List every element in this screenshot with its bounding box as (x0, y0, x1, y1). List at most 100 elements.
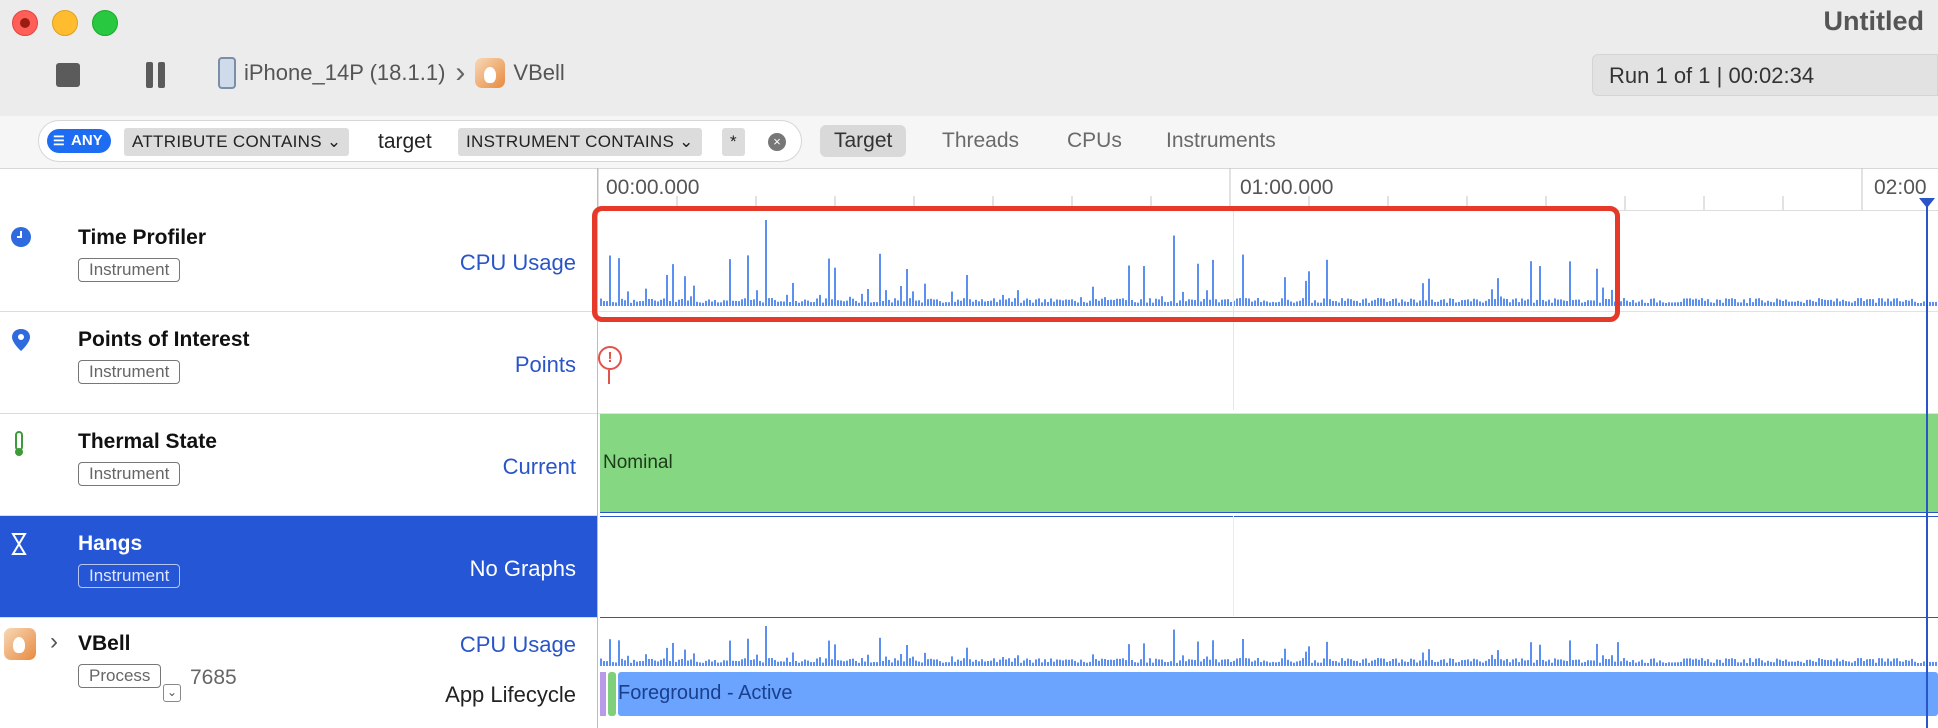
cpu-usage-bar (1209, 659, 1211, 666)
graph-selector-lifecycle[interactable]: App Lifecycle (445, 682, 576, 708)
minimize-window-button[interactable] (52, 10, 78, 36)
cpu-usage-bar (1449, 658, 1451, 666)
clear-filter-icon[interactable]: × (768, 133, 786, 151)
graph-selector-cpu[interactable]: CPU Usage (460, 632, 576, 658)
timeline-ruler[interactable]: 00:00.000 01:00.000 02:00 (598, 168, 1938, 211)
instrument-row-thermal-state[interactable]: Thermal State Instrument Current (0, 414, 598, 516)
cpu-usage-bar (1299, 660, 1301, 666)
cpu-usage-bar (1848, 301, 1850, 306)
cpu-usage-bar (1746, 662, 1748, 666)
cpu-usage-bar (1914, 661, 1916, 666)
cpu-usage-bar (636, 661, 638, 666)
cpu-usage-bar (1137, 662, 1139, 666)
cpu-usage-bar (831, 659, 833, 666)
cpu-usage-bar (1362, 659, 1364, 666)
cpu-usage-bar (1257, 658, 1259, 666)
disclosure-chevron-icon[interactable]: › (50, 628, 58, 656)
cpu-usage-bar (1917, 302, 1919, 306)
cpu-usage-bar (783, 661, 785, 666)
cpu-usage-bar (1401, 659, 1403, 666)
cpu-usage-bar (1620, 301, 1622, 306)
cpu-usage-bar (1656, 662, 1658, 666)
target-device-selector[interactable]: iPhone_14P (18.1.1) › VBell (218, 56, 565, 90)
attribute-value[interactable]: target (378, 128, 432, 156)
graph-selector[interactable]: Points (515, 352, 576, 378)
cpu-usage-bar (810, 662, 812, 666)
cpu-usage-bar (1083, 661, 1085, 666)
filter-icon: ☰ (53, 133, 65, 148)
instrument-row-hangs[interactable]: Hangs Instrument No Graphs (0, 516, 598, 618)
point-of-interest-marker[interactable]: ! (598, 346, 622, 370)
instrument-contains-token[interactable]: INSTRUMENT CONTAINS ⌄ (458, 128, 702, 156)
cpu-usage-bar (999, 659, 1001, 666)
cpu-usage-bar (1515, 658, 1517, 666)
tab-target[interactable]: Target (820, 125, 907, 157)
cpu-usage-bar (1488, 659, 1490, 666)
cpu-usage-bar (627, 655, 629, 666)
cpu-usage-bar (1050, 658, 1052, 666)
cpu-usage-bar (1752, 302, 1754, 306)
cpu-usage-bar (678, 659, 680, 666)
filter-field[interactable]: ☰ ANY ATTRIBUTE CONTAINS ⌄ target INSTRU… (38, 120, 802, 162)
graph-selector[interactable]: Current (503, 454, 576, 480)
cpu-usage-bar (792, 652, 794, 666)
cpu-usage-bar (1539, 644, 1541, 666)
cpu-usage-bar (1773, 662, 1775, 666)
cpu-usage-bar (981, 659, 983, 666)
cpu-usage-bar (1644, 662, 1646, 666)
instrument-value[interactable]: * (722, 128, 745, 156)
cpu-usage-bar (777, 661, 779, 666)
cpu-usage-bar (1872, 659, 1874, 666)
close-window-button[interactable] (12, 10, 38, 36)
lifecycle-foreground-active[interactable]: Foreground - Active (618, 672, 1938, 716)
cpu-usage-bar (828, 640, 830, 666)
hangs-track[interactable] (600, 516, 1938, 618)
pause-recording-button[interactable] (146, 62, 176, 92)
cpu-usage-bar (1620, 661, 1622, 666)
process-name: VBell (78, 632, 131, 655)
attribute-contains-token[interactable]: ATTRIBUTE CONTAINS ⌄ (124, 128, 350, 156)
cpu-usage-bar (618, 640, 620, 666)
cpu-usage-bar (1794, 301, 1796, 306)
cpu-usage-bar (1650, 298, 1652, 306)
cpu-usage-bar (1029, 659, 1031, 666)
cpu-usage-bar (663, 658, 665, 666)
cpu-usage-bar (1791, 661, 1793, 666)
cpu-usage-bar (960, 660, 962, 666)
cpu-usage-bar (1680, 661, 1682, 666)
cpu-usage-bar (1905, 659, 1907, 666)
cpu-usage-bar (1824, 659, 1826, 666)
cpu-usage-bar (1407, 661, 1409, 666)
cpu-usage-bar (1689, 298, 1691, 306)
thermal-state-bar[interactable]: Nominal (600, 414, 1938, 513)
cpu-usage-bar (1611, 655, 1613, 666)
cpu-usage-bar (1053, 661, 1055, 666)
cpu-usage-bar (1221, 659, 1223, 666)
instrument-row-points-of-interest[interactable]: Points of Interest Instrument Points (0, 312, 598, 414)
tab-cpus[interactable]: CPUs (1053, 125, 1136, 157)
cpu-usage-bar (822, 662, 824, 666)
cpu-usage-bar (1905, 299, 1907, 306)
graph-selector[interactable]: CPU Usage (460, 250, 576, 276)
points-of-interest-track[interactable]: ! (598, 312, 1938, 414)
zoom-window-button[interactable] (92, 10, 118, 36)
playhead-handle[interactable] (1919, 198, 1935, 208)
process-options-dropdown[interactable]: ⌄ (163, 684, 181, 702)
instrument-row-time-profiler[interactable]: Time Profiler Instrument CPU Usage (0, 210, 598, 312)
graph-selector[interactable]: No Graphs (470, 556, 576, 582)
any-filter-toggle[interactable]: ☰ ANY (47, 129, 111, 153)
playhead[interactable] (1926, 200, 1928, 728)
tab-threads[interactable]: Threads (928, 125, 1033, 157)
tab-instruments[interactable]: Instruments (1152, 125, 1290, 157)
hourglass-icon (10, 532, 28, 562)
cpu-usage-bar (1662, 662, 1664, 666)
cpu-usage-bar (1509, 662, 1511, 666)
cpu-usage-bar (1233, 660, 1235, 666)
process-row-vbell[interactable]: › VBell Process ⌄ 7685 CPU Usage App Lif… (0, 618, 598, 728)
cpu-usage-bar (762, 662, 764, 666)
cpu-usage-bar (1119, 658, 1121, 666)
stop-recording-button[interactable] (56, 63, 80, 87)
cpu-usage-bar (1206, 656, 1208, 666)
cpu-usage-bar (1923, 661, 1925, 666)
cpu-usage-bar (1044, 659, 1046, 666)
